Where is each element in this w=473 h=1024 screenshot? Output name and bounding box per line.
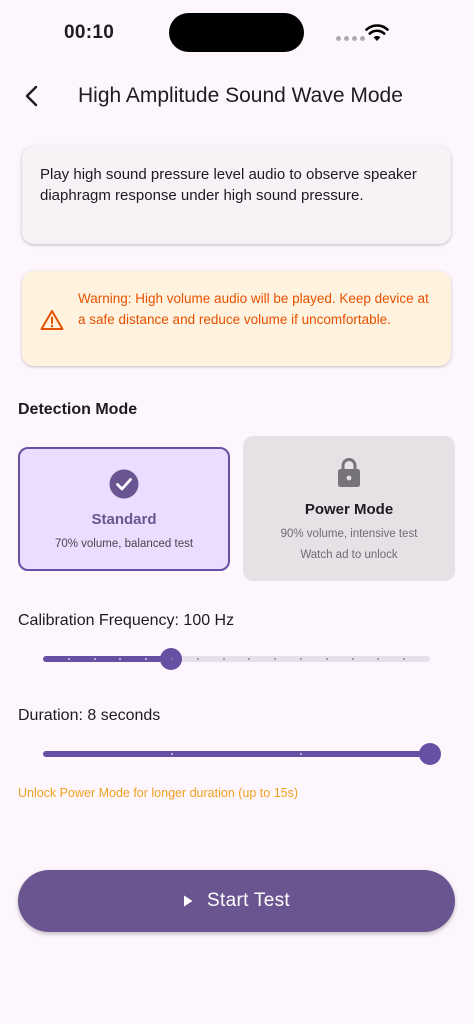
slider-tick	[171, 658, 173, 660]
standard-mode-title: Standard	[91, 511, 157, 528]
info-text: Play high sound pressure level audio to …	[40, 166, 417, 204]
duration-label: Duration: 8 seconds	[18, 707, 161, 724]
power-mode-card[interactable]: Power Mode 90% volume, intensive test Wa…	[243, 436, 455, 581]
frequency-slider[interactable]	[43, 648, 430, 670]
duration-slider-thumb[interactable]	[419, 743, 441, 765]
slider-tick	[300, 753, 302, 755]
slider-tick	[351, 658, 354, 660]
frequency-slider-fill	[43, 656, 171, 662]
slider-tick	[67, 658, 70, 660]
frequency-label: Calibration Frequency: 100 Hz	[18, 612, 235, 629]
start-test-label: Start Test	[207, 890, 290, 911]
slider-tick	[300, 658, 302, 660]
back-button[interactable]	[16, 80, 48, 112]
standard-mode-desc: 70% volume, balanced test	[54, 538, 194, 550]
warning-card: Warning: High volume audio will be playe…	[22, 271, 451, 366]
power-mode-unlock-text: Watch ad to unlock	[300, 549, 398, 561]
power-mode-desc: 90% volume, intensive test	[280, 528, 418, 540]
slider-tick	[403, 658, 406, 660]
info-card: Play high sound pressure level audio to …	[22, 146, 451, 244]
dynamic-island	[169, 13, 304, 52]
wifi-icon	[365, 24, 389, 41]
check-circle-icon	[109, 469, 139, 499]
slider-tick	[171, 753, 173, 755]
slider-tick	[196, 658, 199, 660]
duration-slider-fill	[43, 751, 430, 757]
warning-text: Warning: High volume audio will be playe…	[78, 291, 429, 327]
start-test-button[interactable]: Start Test	[18, 870, 455, 932]
slider-tick	[222, 658, 225, 660]
status-time: 00:10	[64, 22, 115, 43]
lock-icon	[338, 458, 360, 487]
slider-tick	[93, 658, 96, 660]
chevron-left-icon	[25, 85, 38, 107]
power-mode-title: Power Mode	[304, 501, 394, 518]
warning-icon	[40, 310, 64, 330]
slider-tick	[377, 658, 380, 660]
duration-slider[interactable]	[43, 743, 441, 765]
play-icon	[184, 895, 193, 907]
duration-unlock-hint: Unlock Power Mode for longer duration (u…	[18, 786, 299, 800]
cellular-signal-icon	[336, 36, 365, 41]
standard-mode-card[interactable]: Standard 70% volume, balanced test	[18, 447, 230, 571]
page-title: High Amplitude Sound Wave Mode	[78, 84, 403, 107]
detection-mode-label: Detection Mode	[18, 401, 138, 418]
slider-tick	[325, 658, 328, 660]
slider-tick	[248, 658, 251, 660]
slider-tick	[274, 658, 277, 660]
